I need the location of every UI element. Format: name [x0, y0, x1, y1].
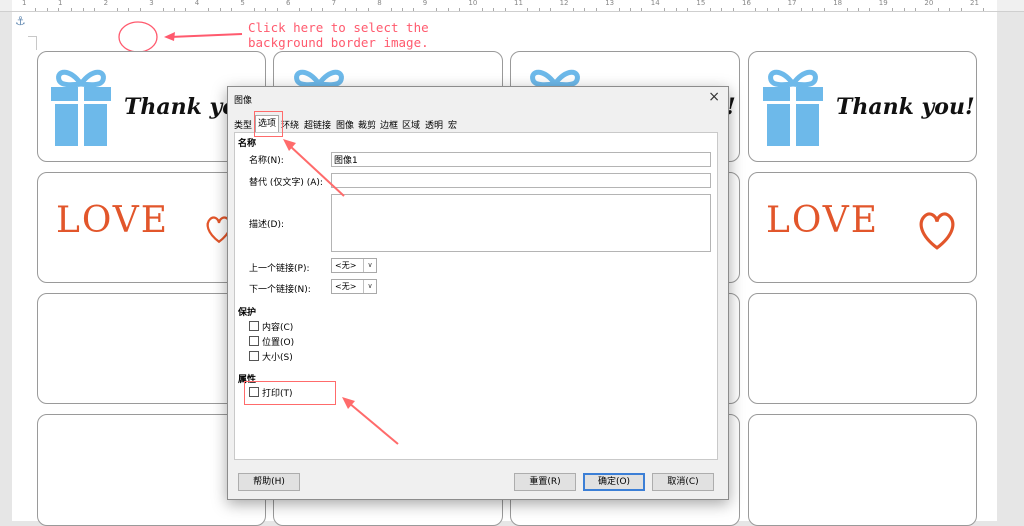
arrow-to-print-checkbox — [348, 402, 399, 445]
annotation-arrows — [283, 139, 399, 445]
arrow-to-options-tab — [289, 145, 345, 197]
